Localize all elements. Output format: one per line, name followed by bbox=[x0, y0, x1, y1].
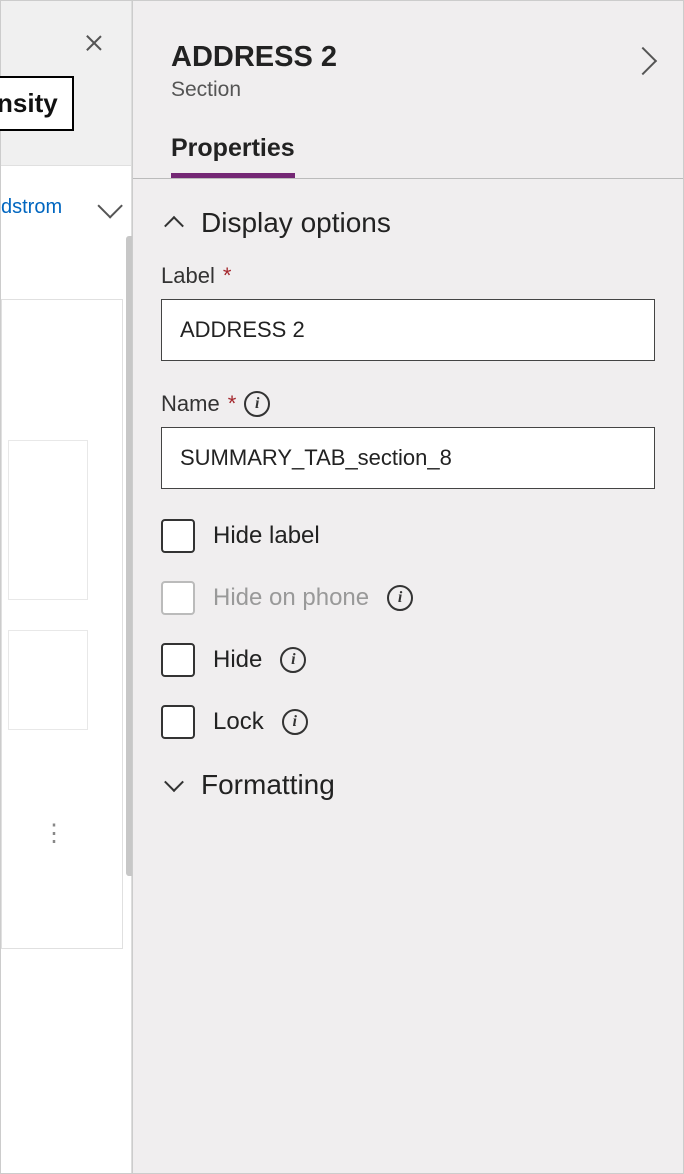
panel-title: ADDRESS 2 bbox=[171, 41, 653, 74]
density-button-truncated[interactable]: nsity bbox=[0, 76, 74, 131]
label-input[interactable] bbox=[161, 299, 655, 361]
chevron-up-icon bbox=[164, 216, 184, 236]
required-asterisk: * bbox=[223, 263, 232, 289]
required-asterisk: * bbox=[228, 391, 237, 417]
panel-tabs: Properties bbox=[133, 134, 683, 179]
chevron-down-icon bbox=[164, 772, 184, 792]
properties-panel: ADDRESS 2 Section Properties Display opt… bbox=[132, 1, 683, 1173]
panel-subtitle: Section bbox=[171, 78, 653, 102]
name-input[interactable] bbox=[161, 427, 655, 489]
record-link-text: dstrom bbox=[1, 196, 62, 219]
info-icon[interactable]: i bbox=[282, 709, 308, 735]
hide-on-phone-text: Hide on phone bbox=[213, 584, 369, 612]
hide-checkbox[interactable] bbox=[161, 643, 195, 677]
group-title: Formatting bbox=[201, 769, 335, 801]
preview-field-placeholder bbox=[8, 630, 88, 730]
group-title: Display options bbox=[201, 207, 391, 239]
chevron-down-icon bbox=[97, 193, 122, 218]
hide-row: Hide i bbox=[161, 643, 655, 677]
label-text: Name bbox=[161, 391, 220, 417]
info-icon[interactable]: i bbox=[280, 647, 306, 673]
panel-header: ADDRESS 2 Section bbox=[133, 1, 683, 102]
hide-on-phone-row: Hide on phone i bbox=[161, 581, 655, 615]
panel-body: Display options Label * Name * i Hide la… bbox=[133, 179, 683, 1173]
lock-checkbox[interactable] bbox=[161, 705, 195, 739]
info-icon[interactable]: i bbox=[244, 391, 270, 417]
lock-text: Lock bbox=[213, 708, 264, 736]
hide-label-row: Hide label bbox=[161, 519, 655, 553]
label-field-label: Label * bbox=[161, 263, 655, 289]
close-icon[interactable] bbox=[82, 31, 106, 55]
form-preview-card[interactable]: ⋮ bbox=[1, 299, 123, 949]
left-toolbar-area: nsity bbox=[1, 1, 131, 166]
hide-label-checkbox[interactable] bbox=[161, 519, 195, 553]
hide-text: Hide bbox=[213, 646, 262, 674]
group-header-formatting[interactable]: Formatting bbox=[161, 769, 655, 801]
tab-properties[interactable]: Properties bbox=[171, 134, 295, 178]
lock-row: Lock i bbox=[161, 705, 655, 739]
more-icon[interactable]: ⋮ bbox=[42, 819, 68, 848]
hide-label-text: Hide label bbox=[213, 522, 320, 550]
preview-field-placeholder bbox=[8, 440, 88, 600]
group-header-display-options[interactable]: Display options bbox=[161, 207, 655, 239]
label-text: Label bbox=[161, 263, 215, 289]
name-field-label: Name * i bbox=[161, 391, 655, 417]
canvas-residual: nsity dstrom ⋮ bbox=[1, 1, 132, 1173]
hide-on-phone-checkbox bbox=[161, 581, 195, 615]
left-body: dstrom ⋮ bbox=[1, 166, 131, 1173]
record-link-row[interactable]: dstrom bbox=[1, 166, 131, 239]
info-icon[interactable]: i bbox=[387, 585, 413, 611]
